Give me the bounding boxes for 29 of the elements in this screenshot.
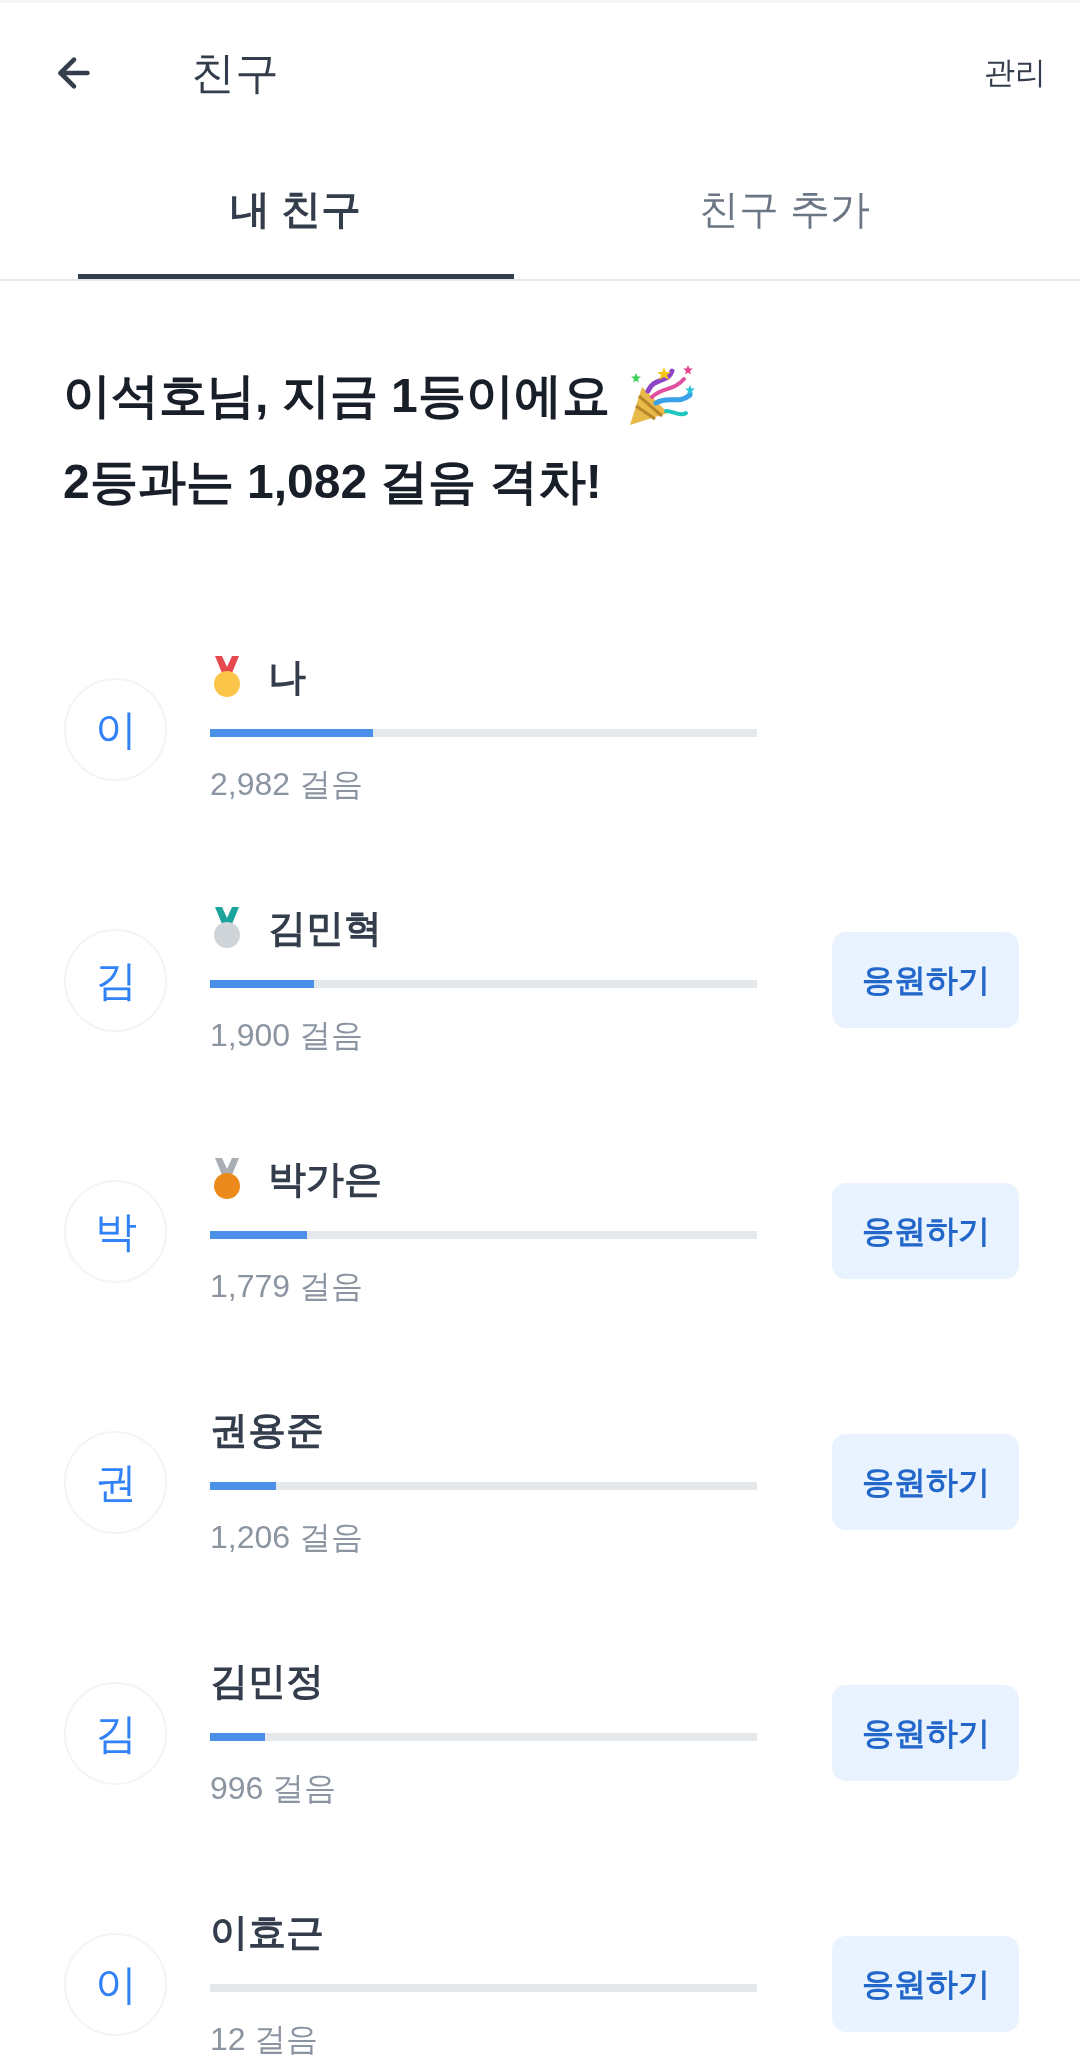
- page-title: 친구: [191, 47, 279, 99]
- tab[interactable]: 친구 추가: [566, 143, 1002, 279]
- step-count: 12 걸음: [210, 2020, 320, 2059]
- avatar: 박: [64, 1179, 167, 1283]
- cheer-button[interactable]: 응원하기: [832, 1183, 1019, 1279]
- step-count: 996 걸음: [210, 1769, 338, 1808]
- friend-name: 김민혁: [268, 906, 382, 951]
- step-count: 2,982 걸음: [210, 765, 364, 804]
- avatar: 권: [64, 1430, 167, 1534]
- friend-name: 권용준: [210, 1408, 324, 1453]
- tab[interactable]: 내 친구: [78, 143, 514, 279]
- friend-name: 박가은: [268, 1157, 382, 1202]
- cheer-button[interactable]: 응원하기: [832, 1936, 1019, 2032]
- friend-name: 나: [268, 655, 306, 700]
- cheer-button[interactable]: 응원하기: [832, 932, 1019, 1028]
- manage-button[interactable]: 관리: [984, 53, 1046, 93]
- cheer-button[interactable]: 응원하기: [832, 1685, 1019, 1781]
- avatar: 이: [64, 1932, 167, 2036]
- avatar: 김: [64, 928, 167, 1032]
- step-count: 1,206 걸음: [210, 1518, 364, 1557]
- headline-text: 이석호님, 지금 1등이에요: [63, 368, 610, 424]
- avatar: 김: [64, 1681, 167, 1785]
- step-count: 1,900 걸음: [210, 1016, 364, 1055]
- friend-name: 이효근: [210, 1910, 324, 1955]
- avatar: 이: [64, 677, 167, 781]
- friend-name: 김민정: [210, 1659, 324, 1704]
- headline-text: 2등과는 1,082 걸음 격차!: [63, 454, 602, 510]
- cheer-button[interactable]: 응원하기: [832, 1434, 1019, 1530]
- step-count: 1,779 걸음: [210, 1267, 364, 1306]
